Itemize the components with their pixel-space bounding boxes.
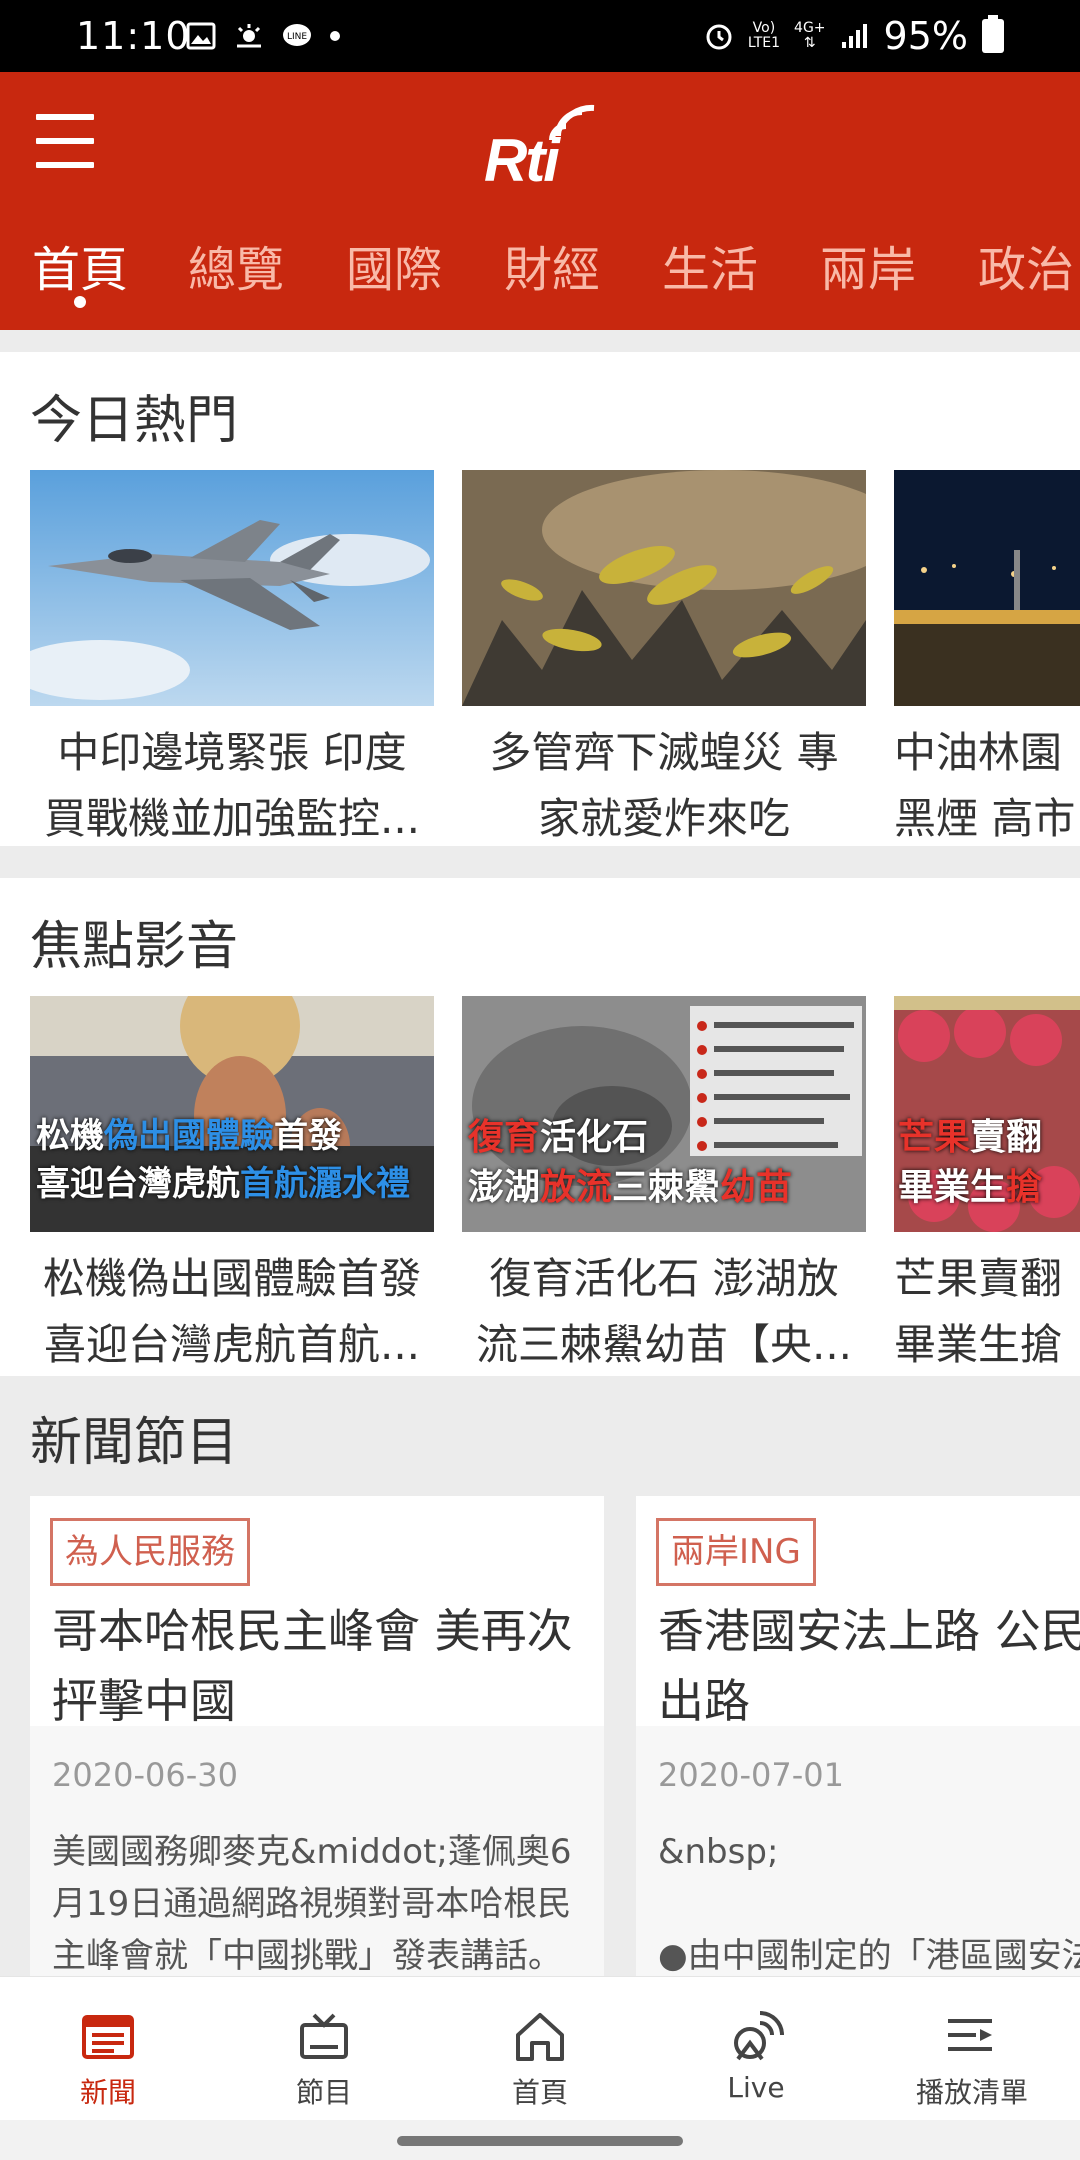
news-card-title[interactable]: 中油林園 黑煙 高市	[894, 720, 1080, 846]
app-header: Rti 首頁 總覽 國際 財經 生活 兩岸 政治	[0, 72, 1080, 330]
alarm-icon	[706, 24, 732, 50]
rti-logo: Rti	[480, 100, 600, 194]
video-thumbnail-horseshoe-crab[interactable]: 復育活化石 澎湖放流三棘鱟幼苗	[462, 996, 866, 1232]
section-title: 今日熱門	[30, 391, 239, 451]
video-card-title[interactable]: 松機偽出國體驗首發 喜迎台灣虎航首航...	[30, 1246, 434, 1376]
focus-video-section: 焦點影音 松機偽出國體驗首發 喜迎台灣虎航首航灑水禮 松機偽出國體驗首發 喜迎台…	[0, 878, 1080, 1376]
status-right-group: Vo) LTE1 4G+ ⇅ 95%	[704, 14, 1004, 58]
tab-finance[interactable]: 財經	[504, 230, 600, 300]
program-date: 2020-06-30	[52, 1756, 238, 1794]
program-card[interactable]: 為人民服務 哥本哈根民主峰會 美再次抨擊中國 2020-06-30 美國國務卿麥…	[30, 1496, 604, 1976]
news-thumbnail-locust[interactable]	[462, 470, 866, 706]
nav-programs[interactable]: 節目	[216, 1977, 432, 2121]
video-card-title[interactable]: 芒果賣翻 畢業生搶	[894, 1246, 1080, 1376]
radio-waves-icon	[549, 104, 595, 141]
program-description: &nbsp; ●由中國制定的「港區國安法	[658, 1832, 1080, 1976]
nav-news[interactable]: 新聞	[0, 1977, 216, 2121]
tab-politics[interactable]: 政治	[978, 230, 1074, 300]
section-title: 新聞節目	[30, 1413, 239, 1473]
nav-live[interactable]: Live	[648, 1977, 864, 2121]
data-indicator: 4G+ ⇅	[794, 20, 826, 51]
playlist-icon	[948, 2019, 992, 2051]
video-card-title[interactable]: 復育活化石 澎湖放 流三棘鱟幼苗【央...	[462, 1246, 866, 1376]
nav-playlist[interactable]: 播放清單	[864, 1977, 1080, 2121]
thumbnail-caption: 松機偽出國體驗首發	[36, 1116, 342, 1156]
thumbnail-caption: 畢業生搶	[898, 1167, 1043, 1208]
more-notifications-dot	[330, 31, 340, 41]
line-app-icon: LINE	[283, 24, 311, 46]
weather-icon	[237, 24, 261, 48]
tab-life[interactable]: 生活	[662, 230, 758, 300]
battery-icon	[982, 15, 1004, 53]
tab-cross-strait[interactable]: 兩岸	[820, 230, 916, 300]
status-notification-icons: LINE	[186, 22, 340, 50]
newspaper-icon	[82, 2015, 134, 2059]
news-card-title[interactable]: 中印邊境緊張 印度 買戰機並加強監控...	[30, 720, 434, 846]
active-tab-indicator	[74, 296, 86, 308]
program-description: 美國國務卿麥克&middot;蓬佩奧6月19日通過網路視頻對哥本哈根民主峰會就「…	[52, 1832, 572, 1976]
thumbnail-caption: 芒果賣翻	[898, 1117, 1043, 1158]
gesture-bar	[0, 2120, 1080, 2160]
signal-icon	[841, 24, 867, 48]
program-date: 2020-07-01	[658, 1756, 844, 1794]
nav-home[interactable]: 首頁	[432, 1977, 648, 2121]
status-time: 11:10	[76, 14, 191, 58]
program-card[interactable]: 兩岸ING 香港國安法上路 公民另找出路 2020-07-01 &nbsp; ●…	[636, 1496, 1080, 1976]
program-headline: 香港國安法上路 公民另找出路	[658, 1604, 1080, 1728]
tv-icon	[300, 2013, 348, 2059]
battery-percent: 95%	[883, 14, 968, 58]
tab-international[interactable]: 國際	[346, 230, 442, 300]
news-thumbnail-refinery[interactable]	[894, 470, 1080, 706]
news-thumbnail-jet[interactable]	[30, 470, 434, 706]
video-thumbnail-airport[interactable]: 松機偽出國體驗首發 喜迎台灣虎航首航灑水禮	[30, 996, 434, 1232]
status-bar: 11:10 LINE Vo) LTE1 4G+ ⇅ 95%	[0, 0, 1080, 72]
thumbnail-caption: 喜迎台灣虎航首航灑水禮	[36, 1164, 410, 1204]
svg-text:LINE: LINE	[287, 32, 307, 42]
thumbnail-caption: 復育活化石	[468, 1117, 649, 1158]
bottom-navigation: 新聞 節目 首頁 Live 播放清單	[0, 1976, 1080, 2120]
home-icon	[516, 2013, 564, 2061]
home-indicator[interactable]	[397, 2136, 683, 2146]
volte-indicator: Vo) LTE1	[747, 20, 781, 51]
broadcast-icon	[734, 2011, 784, 2061]
menu-button[interactable]	[36, 114, 94, 170]
section-title: 焦點影音	[30, 917, 239, 977]
program-headline: 哥本哈根民主峰會 美再次抨擊中國	[52, 1604, 573, 1728]
news-card-title[interactable]: 多管齊下滅蝗災 專 家就愛炸來吃	[462, 720, 866, 846]
tab-overview[interactable]: 總覽	[188, 230, 284, 300]
tab-home[interactable]: 首頁	[32, 230, 128, 300]
hot-today-section: 今日熱門 中印邊境緊張 印度 買戰機並加強監控... 多管齊下滅蝗災 專 家就愛…	[0, 352, 1080, 846]
category-tabs: 首頁 總覽 國際 財經 生活 兩岸 政治	[0, 220, 1080, 320]
program-tag[interactable]: 為人民服務	[50, 1518, 250, 1586]
thumbnail-caption: 澎湖放流三棘鱟幼苗	[468, 1167, 793, 1208]
program-tag[interactable]: 兩岸ING	[656, 1518, 816, 1586]
gallery-icon	[186, 22, 216, 50]
video-thumbnail-mango[interactable]: 芒果賣翻 畢業生搶	[894, 996, 1080, 1232]
